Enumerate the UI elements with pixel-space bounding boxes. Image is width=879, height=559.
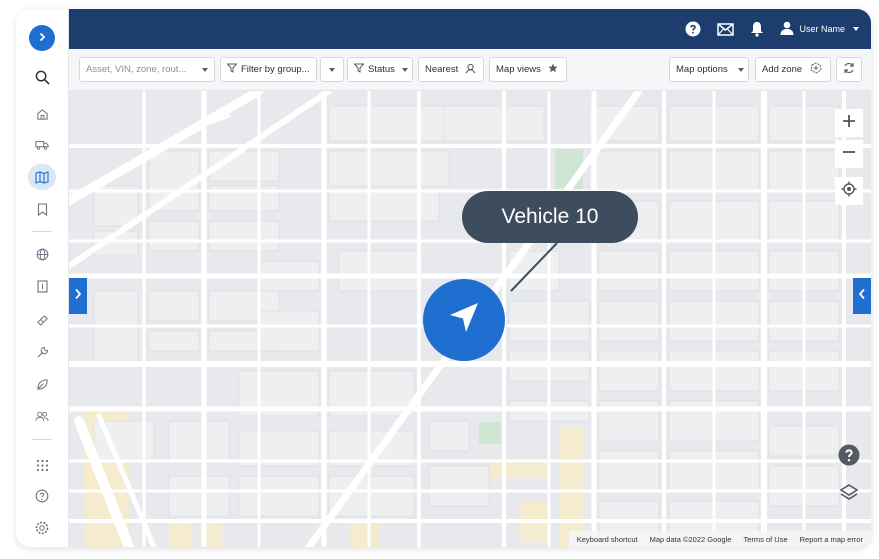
user-menu[interactable]: User Name — [780, 21, 859, 37]
filter-dropdown[interactable] — [320, 57, 344, 82]
filter-icon — [353, 63, 365, 76]
chevron-down-icon[interactable] — [202, 67, 209, 72]
add-zone-button[interactable]: Add zone — [755, 57, 831, 82]
nearest-label: Nearest — [425, 64, 459, 75]
rail-divider — [32, 231, 52, 232]
map-data-text: Map data ©2022 Google — [649, 534, 732, 544]
right-panel-toggle[interactable] — [853, 278, 871, 314]
status-button[interactable]: Status — [347, 57, 413, 82]
my-location-button[interactable] — [835, 177, 863, 205]
map-icon[interactable] — [28, 164, 56, 190]
zoom-out-button[interactable] — [835, 140, 863, 168]
zone-icon — [810, 62, 822, 77]
refresh-icon — [843, 62, 855, 77]
expand-nav-button[interactable] — [29, 25, 55, 51]
left-panel-toggle[interactable] — [69, 278, 87, 314]
map-toolbar: Asset, VIN, zone, rout... Filter by grou… — [69, 49, 871, 91]
map-options-button[interactable]: Map options — [669, 57, 749, 82]
user-icon — [780, 21, 794, 37]
top-header: User Name — [69, 9, 871, 49]
wrench-icon[interactable] — [28, 339, 56, 365]
search-input[interactable]: Asset, VIN, zone, rout... — [79, 57, 215, 82]
leaf-icon[interactable] — [28, 371, 56, 397]
search-icon[interactable] — [28, 64, 56, 90]
map-views-button[interactable]: Map views — [489, 57, 567, 82]
people-icon[interactable] — [28, 403, 56, 429]
zoom-in-button[interactable] — [835, 109, 863, 137]
map-views-label: Map views — [496, 64, 541, 75]
search-placeholder: Asset, VIN, zone, rout... — [86, 64, 187, 75]
layers-icon — [839, 483, 859, 508]
settings-icon[interactable] — [28, 515, 56, 541]
user-name: User Name — [799, 24, 845, 34]
map-canvas[interactable]: Vehicle 10 Keyboard shortcut Map data ©2… — [69, 91, 871, 547]
left-rail — [16, 9, 69, 547]
vehicle-marker[interactable] — [423, 279, 505, 361]
plus-icon — [842, 114, 856, 133]
add-zone-label: Add zone — [762, 64, 803, 75]
map-options-label: Map options — [676, 64, 728, 75]
mail-icon[interactable] — [716, 20, 734, 38]
crosshair-icon — [841, 181, 857, 202]
rail-divider — [32, 439, 52, 440]
chevron-down-icon — [329, 67, 335, 72]
report-error-link[interactable]: Report a map error — [800, 535, 863, 544]
refresh-button[interactable] — [836, 57, 862, 82]
map-help-button[interactable] — [837, 444, 861, 471]
terms-link[interactable]: Terms of Use — [743, 535, 787, 544]
chevron-right-icon — [74, 287, 82, 305]
navigation-arrow-icon — [446, 300, 482, 341]
home-icon[interactable] — [28, 101, 56, 127]
chevron-right-icon — [37, 29, 47, 47]
vehicle-label[interactable]: Vehicle 10 — [462, 191, 638, 243]
person-pin-icon — [465, 63, 476, 77]
keyboard-shortcut-link[interactable]: Keyboard shortcut — [577, 535, 638, 544]
apps-grid-icon[interactable] — [28, 452, 56, 478]
filter-group-button[interactable]: Filter by group... — [220, 57, 317, 82]
bell-icon[interactable] — [748, 20, 766, 38]
chevron-down-icon — [737, 67, 744, 72]
help-icon — [838, 444, 860, 471]
fuel-icon[interactable] — [28, 306, 56, 332]
chevron-down-icon — [853, 27, 859, 31]
status-label: Status — [368, 64, 395, 75]
filter-icon — [226, 63, 238, 76]
map-footer: Keyboard shortcut Map data ©2022 Google … — [568, 531, 871, 547]
globe-icon[interactable] — [28, 241, 56, 267]
bookmark-icon[interactable] — [28, 196, 56, 222]
minus-icon — [842, 145, 856, 164]
help-icon[interactable] — [684, 20, 702, 38]
chevron-left-icon — [858, 287, 866, 305]
filter-label: Filter by group... — [241, 64, 310, 75]
help-icon[interactable] — [28, 483, 56, 509]
map-layers-button[interactable] — [837, 483, 861, 507]
report-icon[interactable] — [28, 273, 56, 299]
nearest-button[interactable]: Nearest — [418, 57, 484, 82]
star-icon — [548, 63, 558, 76]
chevron-down-icon — [401, 67, 408, 72]
truck-icon[interactable] — [28, 132, 56, 158]
app-window: User Name Asset, VIN, zone, rout... Filt… — [16, 9, 871, 547]
